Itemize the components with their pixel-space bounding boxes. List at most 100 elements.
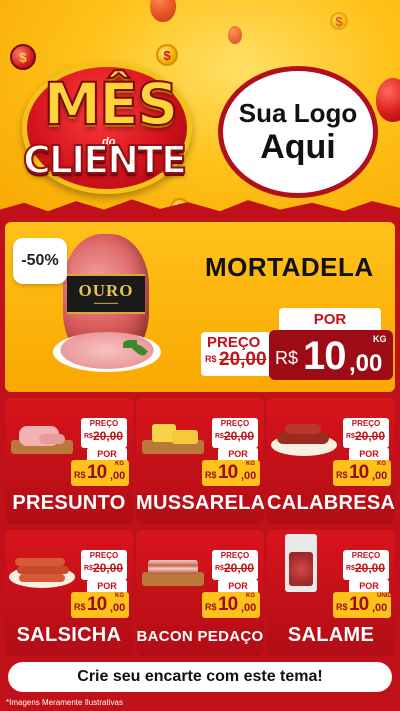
new-price-box: R$ 10 ,00 KG [333,460,391,486]
logo-text-line1: Sua Logo [238,98,358,128]
coin-icon: $ [10,44,36,70]
currency-symbol: R$ [205,470,217,480]
brand-name: OURO [78,281,134,300]
coin-icon: $ [330,12,348,30]
cta-banner[interactable]: Crie seu encarte com este tema! [8,662,392,692]
preco-label: PREÇO [89,551,119,560]
old-price-box: PREÇO R$ 20,00 [343,550,389,580]
old-price-box: PREÇO R$ 20,00 [212,418,258,448]
currency-symbol: R$ [275,348,299,368]
por-label: POR [87,448,127,460]
coin-icon: $ [156,44,178,66]
por-label: POR [349,580,389,592]
price-decimal: ,00 [372,470,388,482]
disclaimer-text: *Imagens Meramente Ilustrativas [6,698,123,707]
old-price: 20,00 [93,561,124,575]
old-currency: R$ [84,565,93,572]
new-price-box: R$ 10 ,00 KG [202,592,260,618]
price-unit: KG [373,334,387,344]
balloon-decoration [228,26,242,44]
price-integer: 10 [349,594,369,615]
product-name: BACON PEDAÇO [136,628,264,645]
product-name: CALABRESA [267,492,395,514]
price-decimal: ,00 [372,602,388,614]
new-price-box: R$ 10 ,00 KG [269,330,393,380]
price-integer: 10 [87,462,107,483]
por-label: POR [218,580,258,592]
price-integer: 10 [218,594,238,615]
salsicha-image [9,548,75,592]
logo-text-line2: Aqui [260,128,336,166]
price-decimal: ,00 [241,470,257,482]
torn-edge [0,199,400,222]
balloon-decoration [376,78,400,122]
old-price-box: PREÇO R$ 20,00 [343,418,389,448]
new-price-box: R$ 10 ,00 KG [71,592,129,618]
old-price-box: PREÇO R$ 20,00 [201,332,271,376]
preco-label: PREÇO [220,419,250,428]
price-unit: KG [246,461,255,467]
discount-badge: -50% [13,238,67,284]
new-price-box: R$ 10 ,00 KG [71,460,129,486]
balloon-decoration [150,0,176,22]
preco-label: PREÇO [351,551,381,560]
old-price: 20,00 [224,561,255,575]
old-currency: R$ [215,433,224,440]
preco-label: PREÇO [220,551,250,560]
old-price: 20,00 [224,429,255,443]
featured-product-name: MORTADELA [205,252,374,282]
logo-placeholder: Sua Logo Aqui [218,66,378,198]
price-decimal: ,00 [349,350,383,377]
price-integer: 10 [349,462,369,483]
featured-product-card: OURO ━━━━━━━━ -50% MORTADELA POR PREÇO R… [5,222,395,392]
product-name: MUSSARELA [136,492,264,514]
por-label: POR [218,448,258,460]
currency-symbol: R$ [336,470,348,480]
presunto-image [9,416,75,460]
old-price: 20,00 [355,561,386,575]
old-price: 20,00 [219,349,267,370]
price-integer: 10 [218,462,238,483]
old-price-box: PREÇO R$ 20,00 [81,418,127,448]
old-currency: R$ [346,565,355,572]
preco-label: PREÇO [89,419,119,428]
por-label: POR [279,308,381,330]
product-card-salsicha: PREÇO R$ 20,00 POR R$ 10 ,00 KG SALSICHA [5,530,133,656]
currency-symbol: R$ [205,602,217,612]
product-card-calabresa: PREÇO R$ 20,00 POR R$ 10 ,00 KG CALABRES… [267,398,395,524]
price-unit: KG [246,593,255,599]
price-unit: KG [377,461,386,467]
brand-underline: ━━━━━━━━ [93,301,119,307]
old-currency: R$ [215,565,224,572]
old-currency: R$ [84,433,93,440]
header-banner: $ $ $ $ MÊS do CLIENTE Sua Logo Aqui [0,0,400,222]
mortadela-brand-label: OURO ━━━━━━━━ [67,274,145,314]
old-price: 20,00 [93,429,124,443]
old-price-box: PREÇO R$ 20,00 [212,550,258,580]
currency-symbol: R$ [336,602,348,612]
new-price-box: R$ 10 ,00 KG [202,460,260,486]
product-name: PRESUNTO [12,492,126,514]
calabresa-image [271,416,337,460]
old-currency: R$ [346,433,355,440]
currency-symbol: R$ [74,602,86,612]
product-name: SALAME [287,624,375,646]
product-card-salame: PREÇO R$ 20,00 POR R$ 10 ,00 UNID SALAME [267,530,395,656]
product-card-presunto: PREÇO R$ 20,00 POR R$ 10 ,00 KG PRESUNTO [5,398,133,524]
product-name: SALSICHA [16,624,122,646]
por-label: POR [349,448,389,460]
price-integer: 10 [87,594,107,615]
bacon-image [140,548,206,592]
title-mes: MÊS [42,69,179,139]
por-label: POR [87,580,127,592]
price-unit: KG [115,461,124,467]
new-price-box: R$ 10 ,00 UNID [333,592,392,618]
price-decimal: ,00 [110,602,126,614]
preco-label: PREÇO [351,419,381,428]
product-card-mussarela: PREÇO R$ 20,00 POR R$ 10 ,00 KG MUSSAREL… [136,398,264,524]
price-unit: KG [115,593,124,599]
price-integer: 10 [303,334,346,378]
old-currency: R$ [205,354,217,364]
old-price-box: PREÇO R$ 20,00 [81,550,127,580]
mussarela-image [140,416,206,460]
